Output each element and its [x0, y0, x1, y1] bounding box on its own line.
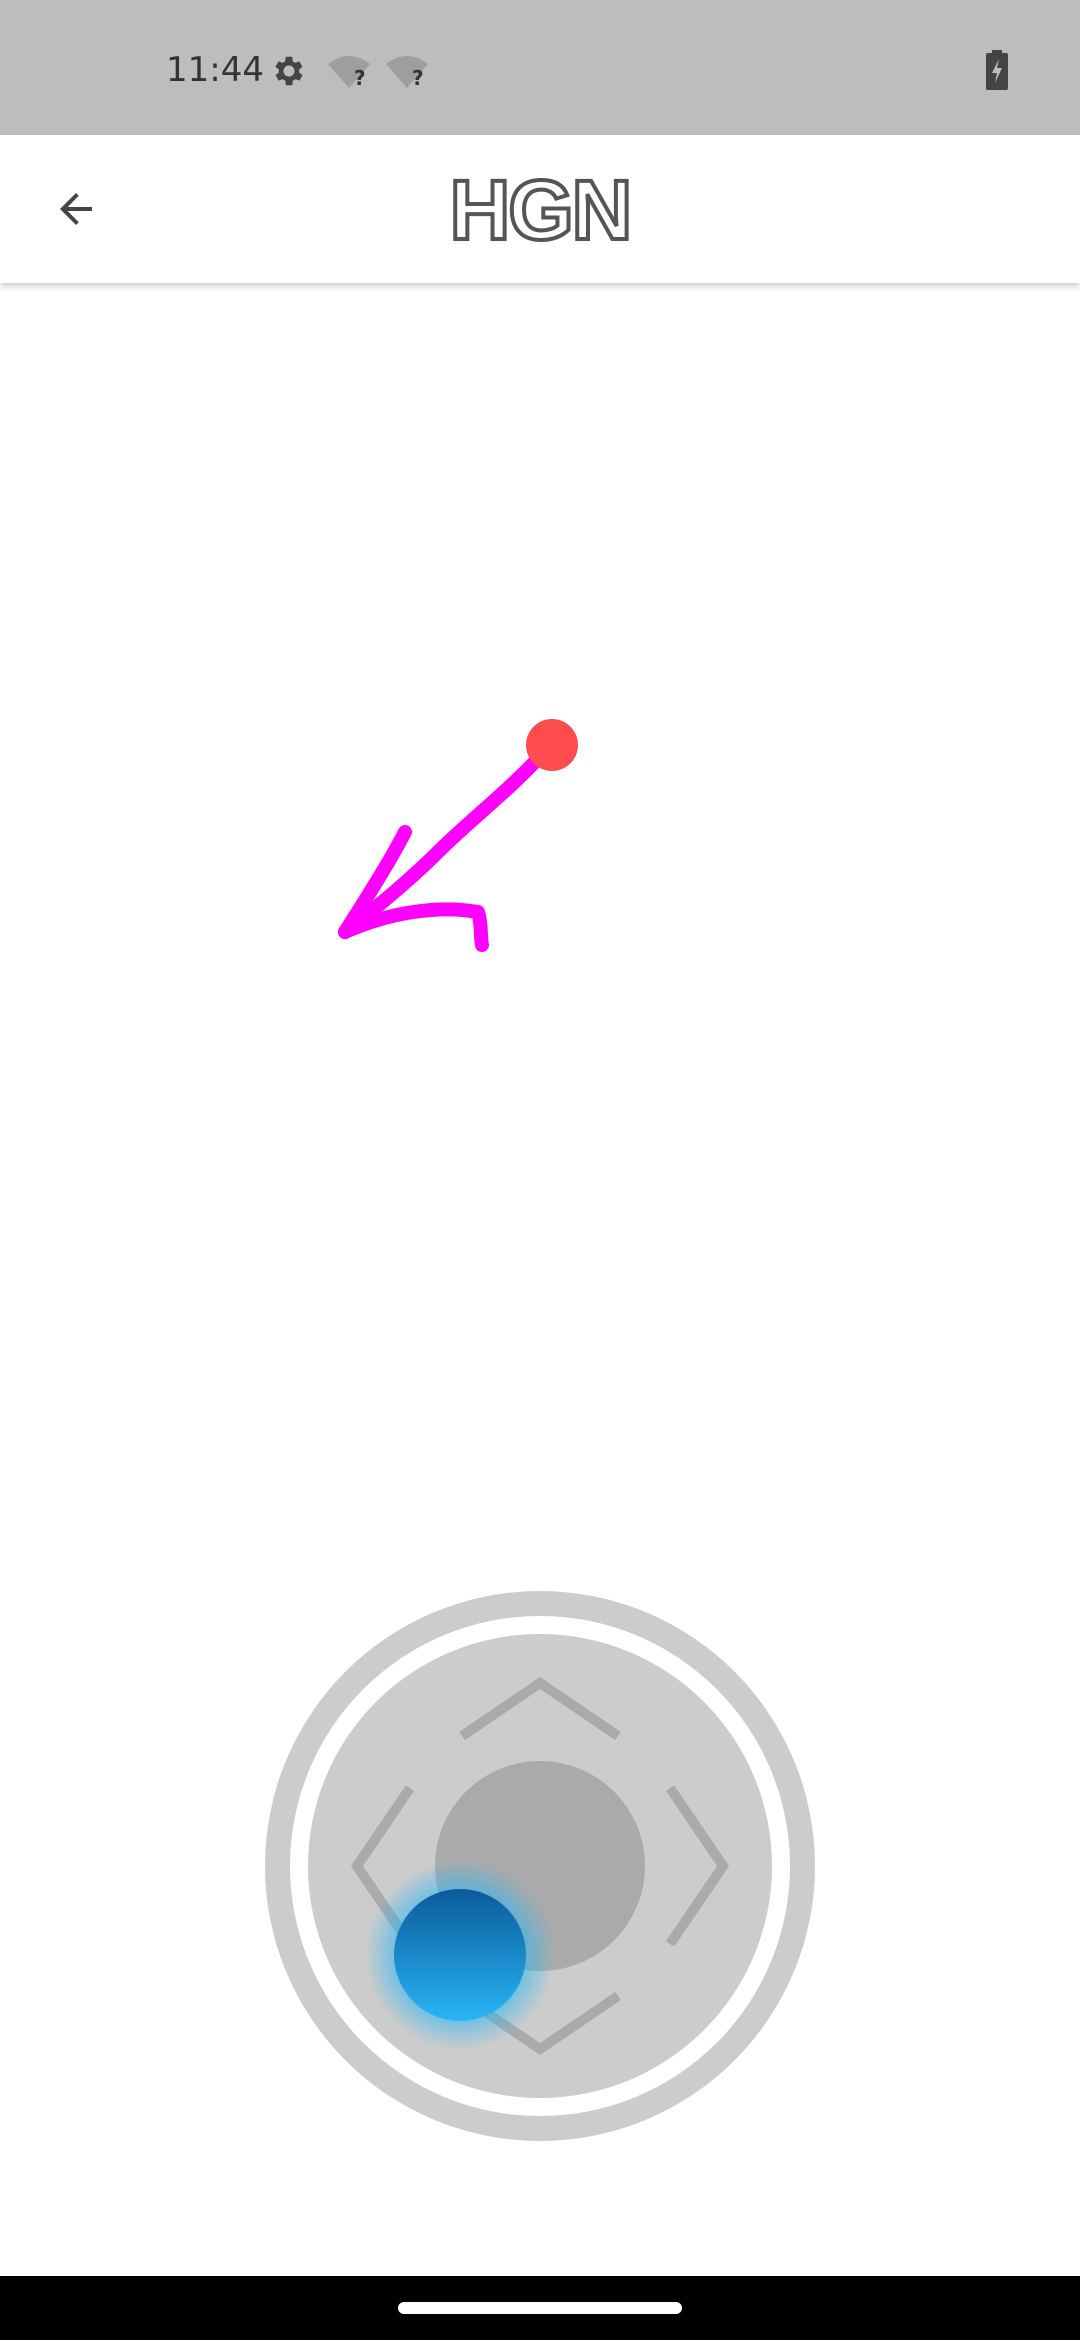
wifi-badge: ? [412, 66, 424, 90]
wifi-unknown-icon: ? [326, 54, 372, 90]
battery-charging-icon [986, 50, 1008, 90]
status-time: 11:44 [166, 50, 264, 90]
app-title: HGN [448, 163, 635, 257]
status-bar: 11:44 ? ? [0, 0, 1080, 135]
wifi-unknown-icon: ? [384, 54, 430, 90]
app-bar: HGN [0, 135, 1080, 283]
navigation-bar [0, 2276, 1080, 2340]
joystick-thumb[interactable] [394, 1889, 526, 2021]
touch-point [526, 719, 578, 771]
wifi-badge: ? [354, 66, 366, 90]
joystick[interactable] [265, 1591, 815, 2141]
settings-gear-icon [270, 52, 308, 90]
home-gesture-handle[interactable] [398, 2302, 682, 2314]
